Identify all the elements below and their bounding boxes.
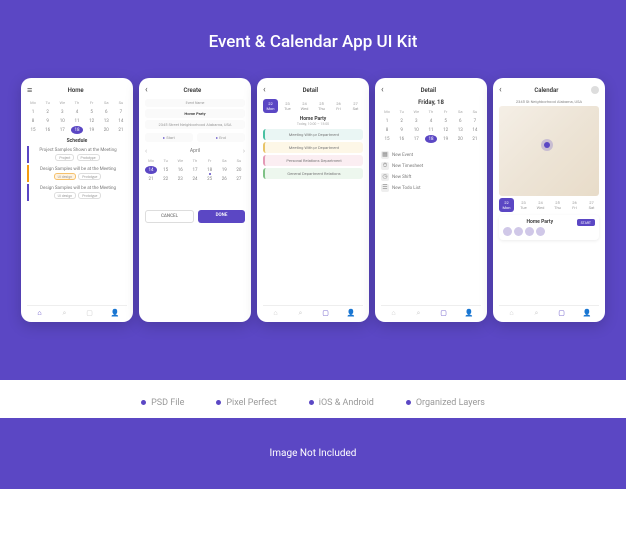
avatar[interactable]: [591, 86, 599, 94]
next-month-icon[interactable]: ›: [243, 147, 245, 155]
feature-item: Pixel Perfect: [216, 398, 276, 408]
timesheet-icon: ⏱: [381, 162, 389, 170]
shift-icon: ◷: [381, 173, 389, 181]
attendee-avatar: [503, 227, 512, 236]
quick-action[interactable]: ◷New Shift: [381, 173, 481, 181]
screen-home: ≡ Home MoTuWeThFrSaSu 1234567 8910111213…: [21, 78, 133, 322]
day-tab[interactable]: 23Tue: [516, 198, 531, 212]
schedule-item[interactable]: Design Samples will be at the Meeting UI…: [27, 165, 127, 182]
quick-action[interactable]: ⏱New Timesheet: [381, 162, 481, 170]
event-icon: ▦: [381, 151, 389, 159]
day-tabs: 22Mon 23Tue 24Wed 25Thu 26Fri 27Sat: [263, 99, 363, 113]
start-input[interactable]: ▸ Start: [145, 133, 193, 142]
day-tab[interactable]: 27Sat: [348, 99, 363, 113]
day-tab[interactable]: 22Mon: [499, 198, 514, 212]
chip[interactable]: Prototype: [78, 192, 101, 199]
search-icon[interactable]: ⌕: [533, 309, 541, 317]
screen-calendar-map: ‹ Calendar 2345 St Neighborhood Alabama,…: [493, 78, 605, 322]
screen-create: ‹ Create Event Name Home Party 2345 Stre…: [139, 78, 251, 322]
event-card[interactable]: START Home Party: [499, 215, 599, 240]
day-tab[interactable]: 24Wed: [533, 198, 548, 212]
event-name-input[interactable]: Home Party: [145, 109, 245, 118]
weekday-header: MoTuWeThFrSaSu: [27, 100, 127, 105]
day-tab[interactable]: 25Thu: [550, 198, 565, 212]
user-icon[interactable]: 👤: [465, 309, 473, 317]
day-tab[interactable]: 22Mon: [263, 99, 278, 113]
feature-list: PSD File Pixel Perfect iOS & Android Org…: [0, 380, 626, 418]
event-block[interactable]: General Department Relations: [263, 168, 363, 179]
footnote: Image Not Included: [0, 418, 626, 489]
screen-title: Detail: [384, 87, 473, 94]
selected-day[interactable]: 14: [145, 166, 157, 174]
quick-action[interactable]: ☰New Todo List: [381, 184, 481, 192]
quick-action[interactable]: ▦New Event: [381, 151, 481, 159]
schedule-item[interactable]: Design Samples will be at the Meeting UI…: [27, 184, 127, 201]
hero-event-time: Today, 10:00 – 15:00: [263, 122, 363, 126]
calendar-icon[interactable]: ▢: [440, 309, 448, 317]
home-icon[interactable]: ⌂: [272, 309, 280, 317]
attendee-avatar: [514, 227, 523, 236]
event-block[interactable]: Personal Relations Department: [263, 155, 363, 166]
screen-detail-day: ‹ Detail 22Mon 23Tue 24Wed 25Thu 26Fri 2…: [257, 78, 369, 322]
user-icon[interactable]: 👤: [583, 309, 591, 317]
event-name-label: Event Name: [145, 99, 245, 107]
search-icon[interactable]: ⌕: [61, 309, 69, 317]
selected-day[interactable]: 18: [425, 135, 437, 143]
cancel-button[interactable]: CANCEL: [145, 210, 194, 223]
feature-item: Organized Layers: [406, 398, 485, 408]
start-button[interactable]: START: [577, 219, 595, 226]
event-block[interactable]: Meeting With pr Department: [263, 142, 363, 153]
home-icon[interactable]: ⌂: [36, 309, 44, 317]
home-icon[interactable]: ⌂: [390, 309, 398, 317]
chip[interactable]: Prototype: [77, 154, 100, 161]
address-text: 2345 St Neighborhood Alabama, USA: [499, 99, 599, 104]
page-title: Event & Calendar App UI Kit: [0, 32, 626, 52]
chip[interactable]: Project: [55, 154, 74, 161]
screen-title: Detail: [266, 87, 355, 94]
calendar-icon[interactable]: ▢: [558, 309, 566, 317]
done-button[interactable]: DONE: [198, 210, 245, 223]
screen-title: Home: [32, 87, 119, 94]
attendee-avatars: [503, 227, 595, 236]
date-heading: Friday, 18: [381, 99, 481, 106]
end-input[interactable]: ▸ End: [197, 133, 245, 142]
day-tab[interactable]: 26Fri: [567, 198, 582, 212]
chip[interactable]: UI design: [54, 173, 76, 180]
map-view[interactable]: [499, 106, 599, 196]
month-label: April: [190, 148, 200, 154]
calendar-icon[interactable]: ▢: [322, 309, 330, 317]
search-icon[interactable]: ⌕: [297, 309, 305, 317]
bottom-nav: ⌂ ⌕ ▢ 👤: [27, 305, 127, 317]
schedule-item[interactable]: Project Samples Shown at the Meeting Pro…: [27, 146, 127, 163]
user-icon[interactable]: 👤: [111, 309, 119, 317]
schedule-heading: Schedule: [27, 138, 127, 144]
attendee-avatar: [525, 227, 534, 236]
feature-item: iOS & Android: [309, 398, 374, 408]
screen-title: Calendar: [502, 87, 591, 94]
chip[interactable]: Prototype: [78, 173, 101, 180]
home-icon[interactable]: ⌂: [508, 309, 516, 317]
user-icon[interactable]: 👤: [347, 309, 355, 317]
day-tab[interactable]: 26Fri: [331, 99, 346, 113]
attendee-avatar: [536, 227, 545, 236]
day-tab[interactable]: 24Wed: [297, 99, 312, 113]
screen-detail-actions: ‹ Detail Friday, 18 MoTuWeThFrSaSu 12345…: [375, 78, 487, 322]
event-block[interactable]: Meeting With pr Department: [263, 129, 363, 140]
address-input[interactable]: 2345 Street Neighborhood Alabama, USA: [145, 120, 245, 129]
feature-item: PSD File: [141, 398, 184, 408]
selected-day[interactable]: 18: [71, 126, 83, 134]
chip[interactable]: UI design: [54, 192, 76, 199]
prev-month-icon[interactable]: ‹: [145, 147, 147, 155]
calendar-icon[interactable]: ▢: [86, 309, 94, 317]
day-tab[interactable]: 23Tue: [280, 99, 295, 113]
search-icon[interactable]: ⌕: [415, 309, 423, 317]
todo-icon: ☰: [381, 184, 389, 192]
screen-title: Create: [148, 87, 237, 94]
day-tab[interactable]: 27Sat: [584, 198, 599, 212]
day-tab[interactable]: 25Thu: [314, 99, 329, 113]
